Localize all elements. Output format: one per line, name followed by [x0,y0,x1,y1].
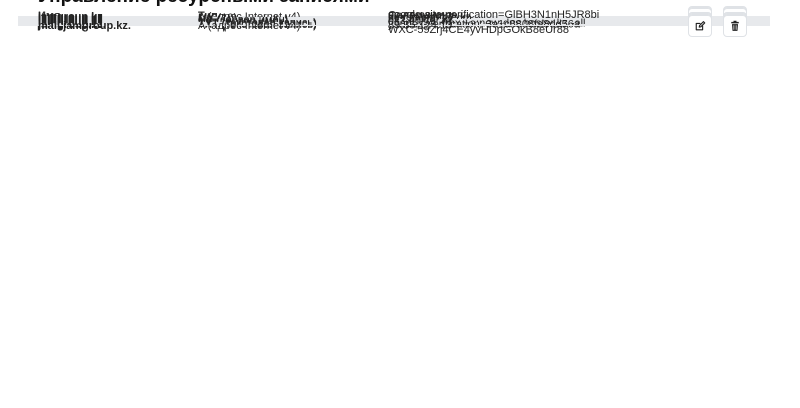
edit-button[interactable] [688,15,712,37]
record-name: mail.jamgroup.kz. [38,20,131,32]
delete-button[interactable] [723,15,747,37]
edit-icon [694,20,706,32]
page-title: Управление ресурсными записями [38,0,370,8]
record-content: 89.35.124.13 [388,19,453,32]
table-row: mail.jamgroup.kz. A (адрес Internet v4) 89… [18,15,770,37]
trash-icon [729,20,741,32]
record-type: A (адрес Internet v4) [198,20,301,32]
dns-records-table: Имя Тип Содержимое jamgroup.kz. A (адрес … [18,6,770,37]
table-body: jamgroup.kz. A (адрес Internet v4) 89.35.1… [18,6,770,37]
row-actions [688,15,747,37]
